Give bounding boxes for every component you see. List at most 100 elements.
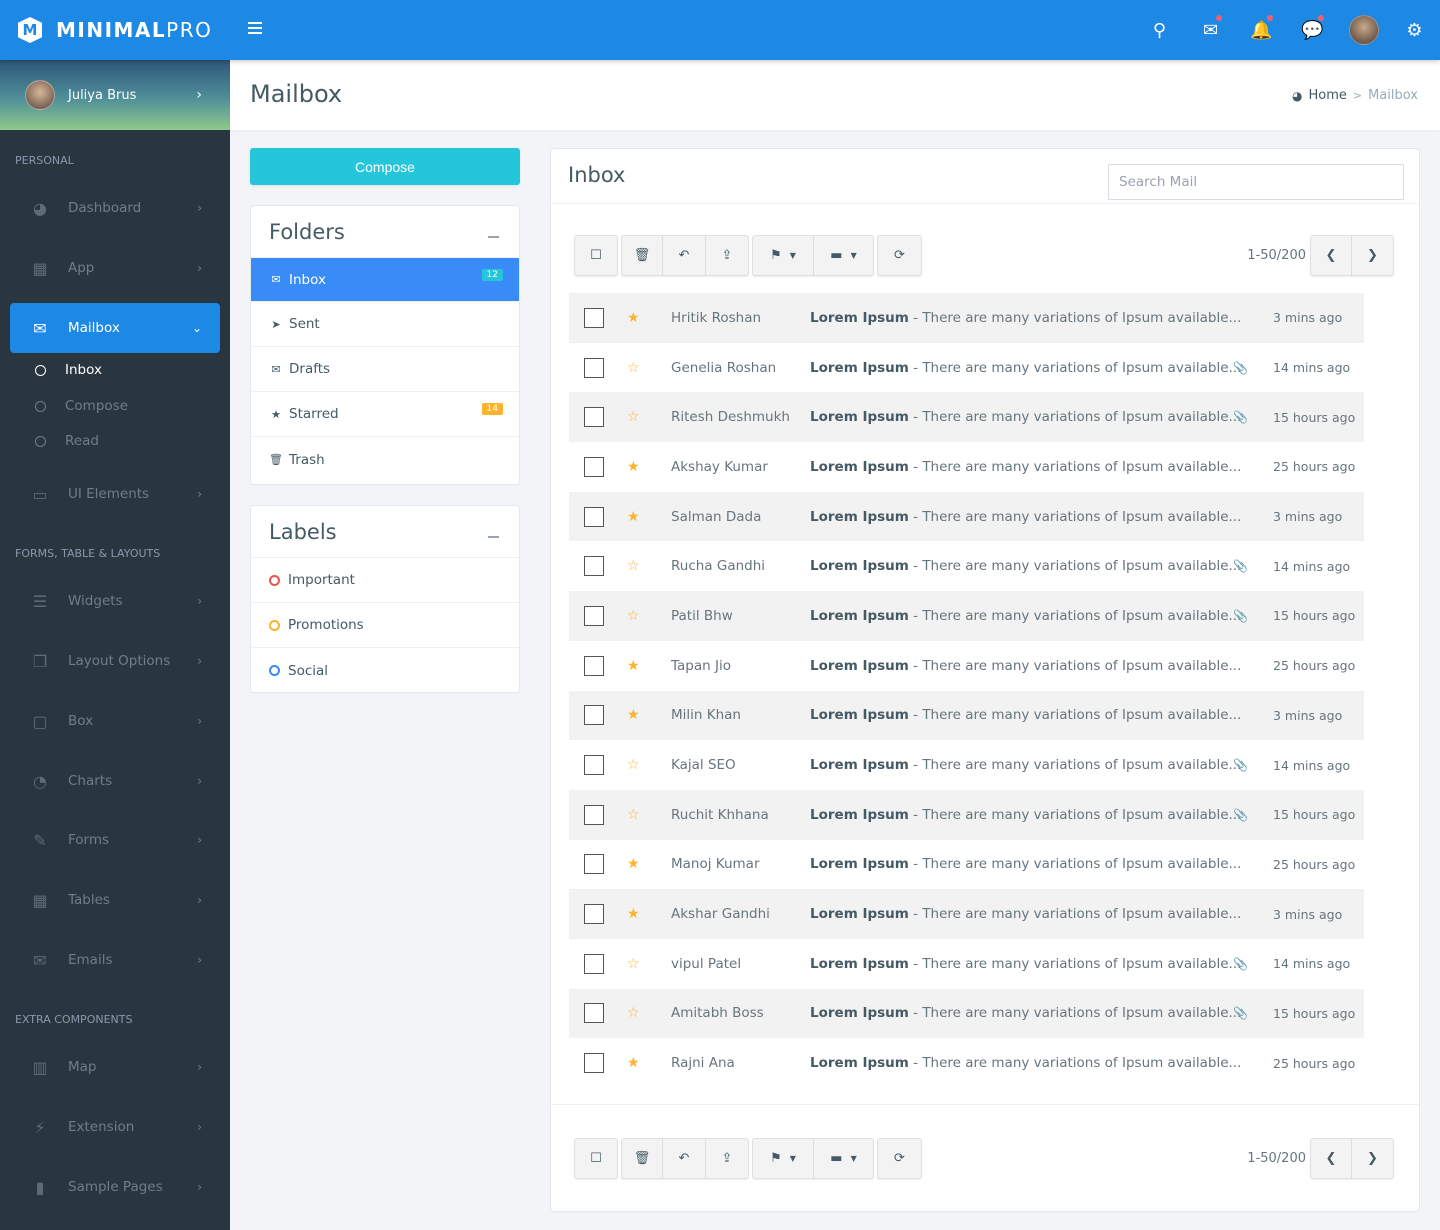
mail-checkbox[interactable] bbox=[584, 556, 604, 577]
search-mail-input[interactable] bbox=[1108, 164, 1404, 200]
chat-button[interactable]: 💬 bbox=[1287, 0, 1338, 60]
mail-subject[interactable]: Lorem Ipsum - There are many variations … bbox=[810, 707, 1241, 723]
mail-row[interactable]: ★ Rajni Ana Lorem Ipsum - There are many v… bbox=[569, 1038, 1364, 1088]
avatar-button[interactable] bbox=[1338, 0, 1389, 60]
label-social[interactable]: Social bbox=[251, 648, 519, 693]
folder-starred[interactable]: ★ Starred 14 bbox=[251, 392, 519, 437]
bell-button[interactable]: 🔔 bbox=[1236, 0, 1287, 60]
share-button[interactable]: ⇪ bbox=[706, 235, 749, 276]
sidebar-item-widgets[interactable]: ☰ Widgets › bbox=[10, 576, 220, 626]
checkbox-button[interactable]: ☐ bbox=[574, 235, 618, 276]
trash-button[interactable]: 🗑 bbox=[621, 1138, 663, 1179]
mail-subject[interactable]: Lorem Ipsum - There are many variations … bbox=[810, 558, 1241, 574]
star-outline-icon[interactable]: ☆ bbox=[627, 757, 641, 773]
folder-button[interactable]: ▬ ▼ bbox=[814, 235, 874, 276]
star-filled-icon[interactable]: ★ bbox=[627, 310, 641, 326]
sidebar-item-extension[interactable]: ⚡ Extension › bbox=[10, 1102, 220, 1152]
mail-button[interactable]: ✉ bbox=[1185, 0, 1236, 60]
prev-page-button[interactable]: ❮ bbox=[1310, 235, 1352, 276]
mail-checkbox[interactable] bbox=[584, 655, 604, 676]
mail-checkbox[interactable] bbox=[584, 1053, 604, 1074]
mail-checkbox[interactable] bbox=[584, 407, 604, 428]
star-filled-icon[interactable]: ★ bbox=[627, 459, 641, 475]
label-promotions[interactable]: Promotions bbox=[251, 603, 519, 648]
sidebar-item-layout-options[interactable]: ❐ Layout Options › bbox=[10, 636, 220, 686]
sidebar-item-sample-pages[interactable]: ▮ Sample Pages › bbox=[10, 1162, 220, 1212]
mail-subject[interactable]: Lorem Ipsum - There are many variations … bbox=[810, 409, 1241, 425]
mail-checkbox[interactable] bbox=[584, 804, 604, 825]
folder-trash[interactable]: 🗑 Trash bbox=[251, 437, 519, 482]
trash-button[interactable]: 🗑 bbox=[621, 235, 663, 276]
next-page-button[interactable]: ❯ bbox=[1352, 235, 1394, 276]
star-outline-icon[interactable]: ☆ bbox=[627, 956, 641, 972]
star-outline-icon[interactable]: ☆ bbox=[627, 409, 641, 425]
sidebar-subitem-read[interactable]: Read bbox=[35, 431, 99, 451]
mail-checkbox[interactable] bbox=[584, 307, 604, 328]
mail-row[interactable]: ☆ Patil Bhw Lorem Ipsum - There are many v… bbox=[569, 591, 1364, 641]
mail-checkbox[interactable] bbox=[584, 605, 604, 626]
mail-subject[interactable]: Lorem Ipsum - There are many variations … bbox=[810, 360, 1241, 376]
star-filled-icon[interactable]: ★ bbox=[627, 856, 641, 872]
mail-subject[interactable]: Lorem Ipsum - There are many variations … bbox=[810, 956, 1241, 972]
refresh-button[interactable]: ⟳ bbox=[877, 1138, 922, 1179]
star-filled-icon[interactable]: ★ bbox=[627, 509, 641, 525]
folder-button[interactable]: ▬ ▼ bbox=[814, 1138, 874, 1179]
folder-drafts[interactable]: ✉ Drafts bbox=[251, 347, 519, 392]
refresh-button[interactable]: ⟳ bbox=[877, 235, 922, 276]
star-outline-icon[interactable]: ☆ bbox=[627, 558, 641, 574]
star-outline-icon[interactable]: ☆ bbox=[627, 807, 641, 823]
mail-checkbox[interactable] bbox=[584, 1003, 604, 1024]
search-button[interactable]: ⚲ bbox=[1134, 0, 1185, 60]
reply-button[interactable]: ↶ bbox=[663, 235, 706, 276]
mail-row[interactable]: ★ Akshay Kumar Lorem Ipsum - There are man… bbox=[569, 442, 1364, 492]
share-button[interactable]: ⇪ bbox=[706, 1138, 749, 1179]
gear-button[interactable]: ⚙ bbox=[1389, 0, 1440, 60]
mail-row[interactable]: ★ Tapan Jio Lorem Ipsum - There are many v… bbox=[569, 641, 1364, 691]
folder-inbox[interactable]: ✉ Inbox 12 bbox=[251, 258, 519, 302]
sidebar-item-app[interactable]: ▦ App › bbox=[10, 243, 220, 293]
mail-row[interactable]: ☆ Amitabh Boss Lorem Ipsum - There are man… bbox=[569, 988, 1364, 1039]
star-outline-icon[interactable]: ☆ bbox=[627, 360, 641, 376]
sidebar-item-mailbox[interactable]: ✉ Mailbox ⌄ bbox=[10, 303, 220, 353]
sidebar-item-dashboard[interactable]: ◕ Dashboard › bbox=[10, 183, 220, 233]
star-outline-icon[interactable]: ☆ bbox=[627, 608, 641, 624]
mail-subject[interactable]: Lorem Ipsum - There are many variations … bbox=[810, 310, 1241, 326]
mail-row[interactable]: ☆ Kajal SEO Lorem Ipsum - There are many v… bbox=[569, 740, 1364, 790]
breadcrumb-home[interactable]: Home bbox=[1308, 88, 1346, 103]
mail-row[interactable]: ☆ Ritesh Deshmukh Lorem Ipsum - There are … bbox=[569, 392, 1364, 443]
user-panel[interactable]: Juliya Brus › bbox=[0, 60, 230, 130]
mail-row[interactable]: ★ Milin Khan Lorem Ipsum - There are many … bbox=[569, 690, 1364, 741]
mail-subject[interactable]: Lorem Ipsum - There are many variations … bbox=[810, 856, 1241, 872]
mail-checkbox[interactable] bbox=[584, 357, 604, 378]
sidebar-item-forms[interactable]: ✎ Forms › bbox=[10, 815, 220, 865]
logo[interactable]: M MINIMALPRO bbox=[0, 0, 230, 60]
sidebar-subitem-inbox[interactable]: Inbox bbox=[35, 360, 102, 380]
compose-button[interactable]: Compose bbox=[250, 148, 520, 185]
star-filled-icon[interactable]: ★ bbox=[627, 707, 641, 723]
collapse-icon[interactable] bbox=[488, 536, 499, 538]
star-filled-icon[interactable]: ★ bbox=[627, 658, 641, 674]
mail-row[interactable]: ☆ Rucha Gandhi Lorem Ipsum - There are man… bbox=[569, 541, 1364, 591]
mail-checkbox[interactable] bbox=[584, 705, 604, 726]
mail-subject[interactable]: Lorem Ipsum - There are many variations … bbox=[810, 608, 1241, 624]
sidebar-item-ui-elements[interactable]: ▭ UI Elements › bbox=[10, 469, 220, 519]
mail-subject[interactable]: Lorem Ipsum - There are many variations … bbox=[810, 757, 1241, 773]
hamburger-icon[interactable] bbox=[248, 22, 262, 34]
mail-checkbox[interactable] bbox=[584, 506, 604, 527]
star-outline-icon[interactable]: ☆ bbox=[627, 1005, 641, 1021]
star-filled-icon[interactable]: ★ bbox=[627, 906, 641, 922]
mail-subject[interactable]: Lorem Ipsum - There are many variations … bbox=[810, 807, 1241, 823]
label-important[interactable]: Important bbox=[251, 558, 519, 603]
sidebar-item-emails[interactable]: ✉ Emails › bbox=[10, 935, 220, 985]
mail-row[interactable]: ★ Manoj Kumar Lorem Ipsum - There are many… bbox=[569, 840, 1364, 890]
mail-subject[interactable]: Lorem Ipsum - There are many variations … bbox=[810, 1055, 1241, 1071]
next-page-button[interactable]: ❯ bbox=[1352, 1138, 1394, 1179]
sidebar-item-map[interactable]: ▥ Map › bbox=[10, 1042, 220, 1092]
mail-row[interactable]: ☆ Genelia Roshan Lorem Ipsum - There are m… bbox=[569, 343, 1364, 393]
reply-button[interactable]: ↶ bbox=[663, 1138, 706, 1179]
mail-checkbox[interactable] bbox=[584, 904, 604, 925]
star-filled-icon[interactable]: ★ bbox=[627, 1055, 641, 1071]
mail-subject[interactable]: Lorem Ipsum - There are many variations … bbox=[810, 658, 1241, 674]
flag-button[interactable]: ⚑ ▼ bbox=[752, 1138, 814, 1179]
collapse-icon[interactable] bbox=[488, 236, 499, 238]
